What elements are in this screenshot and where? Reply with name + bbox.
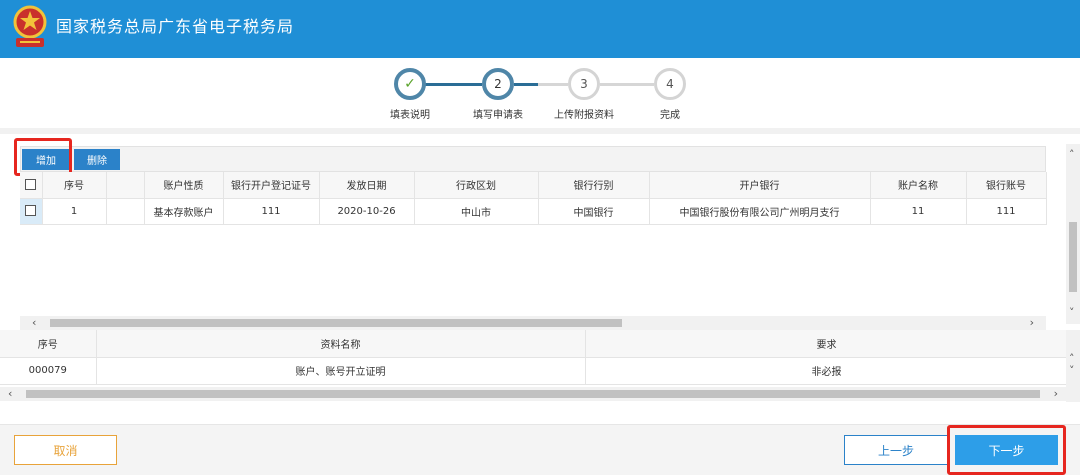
- cell-requirement: 非必报: [585, 357, 1069, 385]
- cell-account-name: 11: [870, 198, 967, 225]
- footer-bar: 取消 上一步 下一步: [0, 424, 1080, 475]
- previous-step-button[interactable]: 上一步: [844, 435, 948, 465]
- column-header: 行政区划: [414, 172, 539, 199]
- column-header: 账户性质: [144, 172, 224, 199]
- step-1-check-icon: ✓: [394, 68, 426, 100]
- scroll-thumb[interactable]: [1069, 222, 1077, 292]
- cell-reg-no: 111: [223, 198, 320, 225]
- grid-toolbar: 增加 删除: [20, 146, 1046, 172]
- scroll-thumb[interactable]: [50, 319, 622, 327]
- highlight-box-add: [14, 138, 72, 176]
- materials-table: 序号 资料名称 要求 000079 账户、账号开立证明 非必报: [0, 330, 1069, 385]
- account-panel: 增加 删除 序号 账户性质 银行开户登记证号 发放日期 行政区划 银行行别 开户…: [0, 134, 1080, 330]
- column-header: 银行账号: [966, 172, 1047, 199]
- table-row[interactable]: 000079 账户、账号开立证明 非必报: [0, 357, 1069, 385]
- cell-issue-date: 2020-10-26: [319, 198, 415, 225]
- table-row[interactable]: 1 基本存款账户 111 2020-10-26 中山市 中国银行 中国银行股份有…: [20, 198, 1047, 225]
- cell-region: 中山市: [414, 198, 539, 225]
- scroll-right-icon[interactable]: ›: [1054, 387, 1058, 401]
- step-1-label: 填表说明: [390, 110, 430, 121]
- highlight-box-next: [947, 425, 1066, 475]
- scroll-down-icon[interactable]: ˅: [1069, 306, 1075, 320]
- panel-vscrollbar[interactable]: ˄ ˅: [1066, 144, 1080, 324]
- column-header: 发放日期: [319, 172, 415, 199]
- cell-code: 000079: [0, 357, 97, 385]
- scroll-left-icon[interactable]: ‹: [32, 316, 36, 330]
- national-emblem-logo: [13, 5, 47, 47]
- step-connector: [538, 83, 568, 86]
- scroll-right-icon[interactable]: ›: [1030, 316, 1034, 330]
- cell-material-name: 账户、账号开立证明: [96, 357, 586, 385]
- select-all-checkbox[interactable]: [20, 172, 43, 199]
- materials-hscrollbar[interactable]: ‹ ›: [0, 387, 1066, 401]
- cell-nature: 基本存款账户: [144, 198, 224, 225]
- column-header: 账户名称: [870, 172, 967, 199]
- scroll-up-icon[interactable]: ˄: [1069, 148, 1075, 162]
- step-3-label: 上传附报资料: [554, 110, 614, 121]
- account-table-hscrollbar[interactable]: ‹ ›: [20, 316, 1046, 330]
- column-header: 资料名称: [96, 330, 586, 358]
- step-2-circle: 2: [482, 68, 514, 100]
- materials-vscrollbar[interactable]: ˄ ˅: [1066, 330, 1080, 402]
- column-header: 银行行别: [538, 172, 650, 199]
- scroll-left-icon[interactable]: ‹: [8, 387, 12, 401]
- delete-button[interactable]: 删除: [74, 149, 120, 170]
- column-header: 序号: [42, 172, 107, 199]
- table-header-row: 序号 资料名称 要求: [0, 330, 1069, 358]
- step-connector: [600, 83, 654, 86]
- cell-empty: [106, 198, 145, 225]
- account-table: 序号 账户性质 银行开户登记证号 发放日期 行政区划 银行行别 开户银行 账户名…: [20, 172, 1047, 225]
- column-header: 要求: [585, 330, 1069, 358]
- cell-bank-type: 中国银行: [538, 198, 650, 225]
- step-connector: [514, 83, 538, 86]
- column-header: 银行开户登记证号: [223, 172, 320, 199]
- step-2-label: 填写申请表: [473, 110, 523, 121]
- step-4-label: 完成: [660, 110, 680, 121]
- column-header: 开户银行: [649, 172, 871, 199]
- scroll-down-icon[interactable]: ˅: [1069, 364, 1075, 378]
- app-header: 国家税务总局广东省电子税务局: [0, 0, 1080, 58]
- row-checkbox[interactable]: [20, 198, 43, 225]
- column-header: 序号: [0, 330, 97, 358]
- step-4-circle: 4: [654, 68, 686, 100]
- cancel-button[interactable]: 取消: [14, 435, 117, 465]
- site-title: 国家税务总局广东省电子税务局: [56, 17, 295, 36]
- scroll-thumb[interactable]: [26, 390, 1040, 398]
- column-header: [106, 172, 145, 199]
- progress-steps: ✓ 2 3 4 填表说明 填写申请表 上传附报资料 完成: [380, 64, 710, 124]
- step-3-circle: 3: [568, 68, 600, 100]
- table-header-row: 序号 账户性质 银行开户登记证号 发放日期 行政区划 银行行别 开户银行 账户名…: [20, 172, 1047, 199]
- cell-account-no: 111: [966, 198, 1047, 225]
- cell-bank-name: 中国银行股份有限公司广州明月支行: [649, 198, 871, 225]
- cell-index: 1: [42, 198, 107, 225]
